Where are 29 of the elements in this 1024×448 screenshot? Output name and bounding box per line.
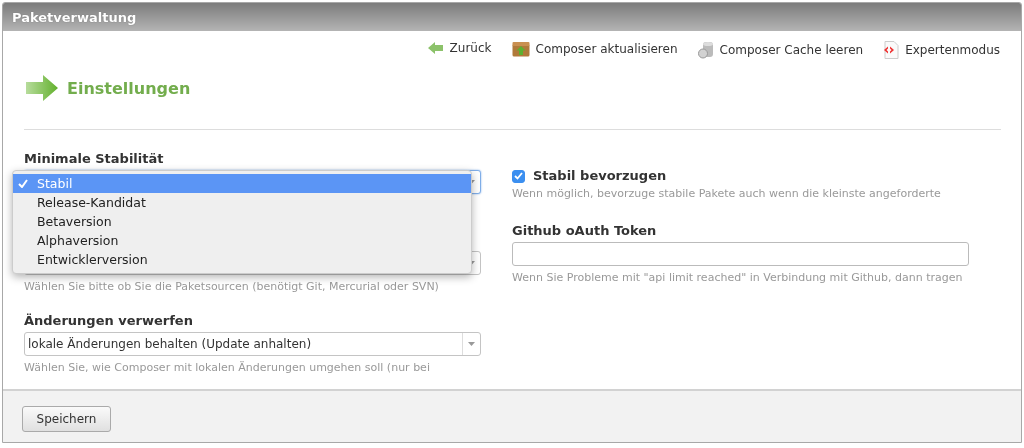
dropdown-arrow-icon	[468, 342, 475, 346]
save-button[interactable]: Speichern	[22, 406, 111, 432]
toolbar-link[interactable]: Composer aktualisieren	[511, 41, 678, 57]
package-box-icon	[511, 41, 530, 57]
field-label: Github oAuth Token	[512, 223, 658, 239]
field-label: Minimale Stabilität	[24, 151, 165, 167]
token-input-field[interactable]	[512, 242, 969, 266]
help-text: Wenn möglich, bevorzuge stabile Pakete auch wenn die kleinste angeforderte	[512, 187, 942, 201]
back-arrow-icon	[427, 42, 444, 54]
help-text: Wählen Sie, wie Composer mit lokalen Änderungen umgehen soll (nur bei	[24, 361, 431, 375]
section-heading: Einstellungen	[67, 78, 191, 98]
checkbox-label: Stabil bevorzugen	[533, 168, 667, 184]
toolbar-link[interactable]: Zurück	[427, 41, 492, 55]
dropdown-option[interactable]: Betaversion	[13, 212, 471, 231]
select-field[interactable]: lokale Änderungen behalten (Update anhalten)	[24, 332, 481, 356]
dropdown-option[interactable]: Release-Kandidat	[13, 193, 471, 212]
help-text: Wenn Sie Probleme mit "api limit reached" in Verbindung mit Github, dann tragen	[512, 271, 964, 285]
toolbar-link[interactable]: Expertenmodus	[883, 41, 1000, 59]
window-title: Paketverwaltung	[12, 9, 137, 25]
toolbar-link[interactable]: Composer Cache leeren	[697, 41, 864, 59]
check-icon	[18, 179, 28, 188]
right-arrow-icon	[26, 75, 58, 101]
help-text: Wählen Sie bitte ob Sie die Paketsourcen (benötigt Git, Mercurial oder SVN)	[24, 280, 440, 294]
checkbox[interactable]	[512, 169, 525, 183]
database-icon	[697, 41, 714, 59]
dropdown-option[interactable]: Entwicklerversion	[13, 250, 471, 269]
code-document-icon	[883, 41, 900, 59]
field-label: Änderungen verwerfen	[24, 313, 194, 329]
dropdown-option[interactable]: Alphaversion	[13, 231, 471, 250]
